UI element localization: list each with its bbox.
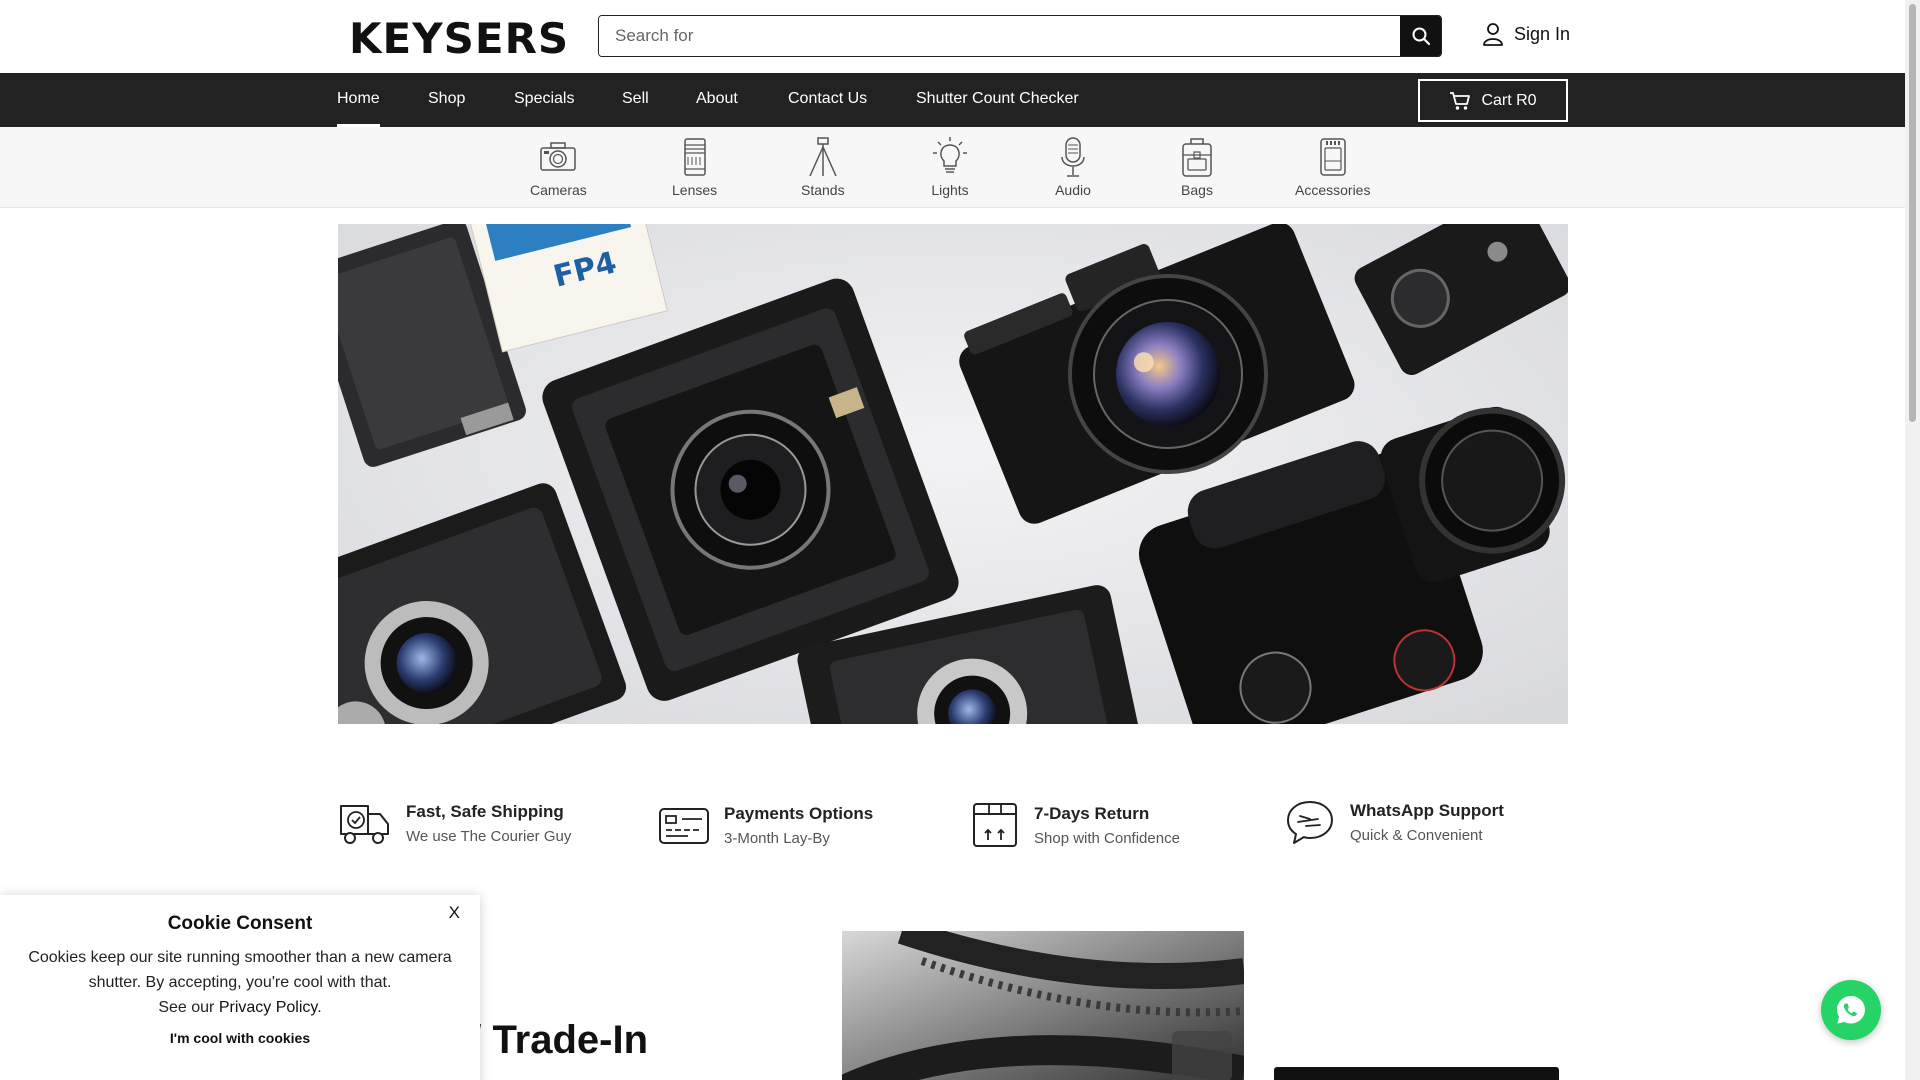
feature-title: Payments Options [724, 804, 874, 823]
feature-title: 7-Days Return [1034, 803, 1150, 823]
nav-home[interactable]: Home [337, 73, 380, 127]
lens-closeup-illustration [842, 931, 1244, 1080]
nav-shop[interactable]: Shop [428, 73, 465, 127]
scrollbar-thumb[interactable] [1909, 4, 1916, 422]
whatsapp-chat-button[interactable] [1821, 980, 1881, 1040]
page-scrollbar[interactable] [1905, 0, 1920, 1080]
site-logo[interactable]: KEYSERS [349, 14, 569, 63]
hero-banner-image[interactable]: FP4 [338, 224, 1568, 724]
category-label: Accessories [1295, 182, 1371, 198]
payment-card-icon [659, 807, 709, 844]
feature-subtitle: We use The Courier Guy [406, 827, 572, 845]
search-input[interactable] [599, 16, 1400, 56]
cookie-consent-popup: X Cookie Consent Cookies keep our site r… [0, 895, 480, 1080]
search-bar [598, 15, 1442, 57]
privacy-policy-link[interactable]: Privacy Policy [219, 999, 317, 1016]
category-lenses[interactable]: Lenses [672, 135, 717, 198]
category-label: Bags [1181, 182, 1213, 198]
category-accessories[interactable]: Accessories [1295, 135, 1370, 198]
sign-in-label: Sign In [1514, 23, 1571, 44]
category-label: Stands [801, 182, 845, 198]
cookie-text-suffix: . [317, 999, 322, 1016]
feature-subtitle: Shop with Confidence [1034, 829, 1180, 847]
cart-button[interactable]: Cart R0 [1418, 79, 1568, 122]
cookie-text-line: Cookies keep our site running smoother t… [28, 949, 452, 966]
feature-payments: Payments Options 3-Month Lay-By [658, 804, 873, 847]
category-label: Audio [1055, 182, 1091, 198]
tripod-icon [809, 137, 837, 177]
bag-icon [1182, 138, 1212, 177]
microphone-icon [1061, 137, 1085, 177]
camera-icon [540, 142, 577, 171]
cookie-title: Cookie Consent [167, 913, 313, 934]
top-header: KEYSERS Sign In [0, 0, 1905, 73]
search-icon [1412, 27, 1430, 46]
cookie-text-line: shutter. By accepting, you're cool with … [88, 974, 392, 991]
feature-subtitle: Quick & Convenient [1350, 826, 1483, 844]
feature-returns: 7-Days Return Shop with Confidence [970, 800, 1180, 850]
category-cameras[interactable]: Cameras [530, 135, 587, 198]
category-lights[interactable]: Lights [930, 135, 970, 198]
return-box-icon [973, 803, 1017, 847]
category-audio[interactable]: Audio [1053, 135, 1093, 198]
promo-dark-card[interactable] [1274, 1067, 1559, 1080]
category-label: Lights [931, 182, 969, 198]
category-bar: Cameras Lenses Stands Lights Audio Bags … [0, 127, 1905, 208]
main-nav: Home Shop Specials Sell About Contact Us… [0, 73, 1905, 127]
user-icon [1483, 23, 1503, 46]
feature-title: Fast, Safe Shipping [406, 801, 564, 821]
sign-in-link[interactable]: Sign In [1482, 22, 1570, 46]
category-stands[interactable]: Stands [801, 135, 845, 198]
category-label: Cameras [530, 182, 587, 198]
battery-icon [1319, 138, 1346, 176]
delivery-truck-icon [340, 805, 389, 844]
feature-subtitle: 3-Month Lay-By [724, 830, 830, 847]
chat-bubble-icon [1287, 801, 1333, 844]
cookie-text-prefix: See our [158, 999, 219, 1016]
nav-shutter-count-checker[interactable]: Shutter Count Checker [916, 73, 1079, 127]
feature-title: WhatsApp Support [1350, 800, 1504, 820]
feature-shipping: Fast, Safe Shipping We use The Courier G… [338, 800, 571, 846]
category-bags[interactable]: Bags [1177, 135, 1217, 198]
nav-specials[interactable]: Specials [514, 73, 574, 127]
cookie-message: Cookies keep our site running smoother t… [18, 945, 462, 1020]
nav-about[interactable]: About [696, 73, 738, 127]
category-label: Lenses [672, 182, 718, 198]
cart-label: Cart R0 [1481, 91, 1537, 109]
cart-icon [1450, 91, 1471, 110]
promo-lens-image[interactable] [842, 931, 1244, 1080]
feature-whatsapp-support: WhatsApp Support Quick & Convenient [1284, 798, 1504, 846]
search-button[interactable] [1400, 16, 1441, 56]
lightbulb-icon [933, 137, 967, 173]
nav-contact-us[interactable]: Contact Us [788, 73, 867, 127]
hero-cameras-illustration: FP4 [338, 224, 1568, 724]
accept-cookies-button[interactable]: I'm cool with cookies [170, 1030, 310, 1046]
whatsapp-icon [1837, 996, 1865, 1024]
cookie-close-button[interactable]: X [449, 903, 460, 923]
lens-icon [683, 138, 706, 176]
nav-sell[interactable]: Sell [622, 73, 649, 127]
